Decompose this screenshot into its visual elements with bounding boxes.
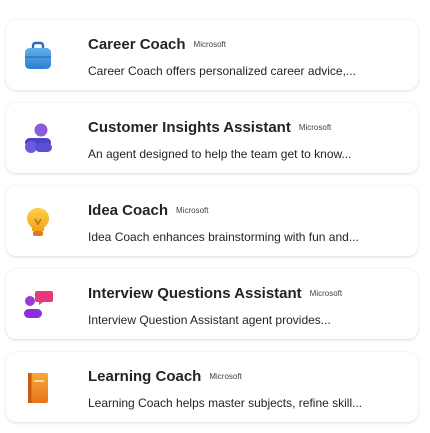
agent-title: Customer Insights Assistant Microsoft (88, 119, 332, 136)
agent-description: Career Coach offers personalized career … (88, 64, 356, 78)
publisher-badge: Microsoft (209, 372, 242, 381)
agent-title: Interview Questions Assistant Microsoft (88, 285, 343, 302)
agent-card-customer-insights-assistant[interactable]: Customer Insights Assistant Microsoft An … (6, 103, 418, 173)
agent-card-learning-coach[interactable]: Learning Coach Microsoft Learning Coach h… (6, 352, 418, 422)
publisher-badge: Microsoft (193, 40, 226, 49)
agent-title: Idea Coach Microsoft (88, 202, 209, 219)
publisher-badge: Microsoft (298, 123, 332, 132)
publisher-badge: Microsoft (309, 289, 343, 298)
agent-description: An agent designed to help the team get t… (88, 147, 352, 161)
publisher-badge: Microsoft (176, 206, 209, 215)
agent-card-interview-questions-assistant[interactable]: Interview Questions Assistant Microsoft I… (6, 269, 418, 339)
book-icon (20, 370, 56, 406)
lightbulb-icon (20, 204, 56, 240)
agent-description: Idea Coach enhances brainstorming with f… (88, 230, 359, 244)
agent-card-idea-coach[interactable]: Idea Coach Microsoft Idea Coach enhances … (6, 186, 418, 256)
people-icon (20, 121, 56, 157)
agent-title: Career Coach Microsoft (88, 36, 226, 53)
agent-card-career-coach[interactable]: Career Coach Microsoft Career Coach offer… (6, 20, 418, 90)
agent-list: Career Coach Microsoft Career Coach offer… (0, 0, 430, 433)
agent-description: Interview Question Assistant agent provi… (88, 313, 331, 327)
briefcase-icon (20, 38, 56, 74)
agent-title: Learning Coach Microsoft (88, 368, 242, 385)
agent-description: Learning Coach helps master subjects, re… (88, 396, 363, 410)
chat-people-icon (20, 287, 56, 323)
